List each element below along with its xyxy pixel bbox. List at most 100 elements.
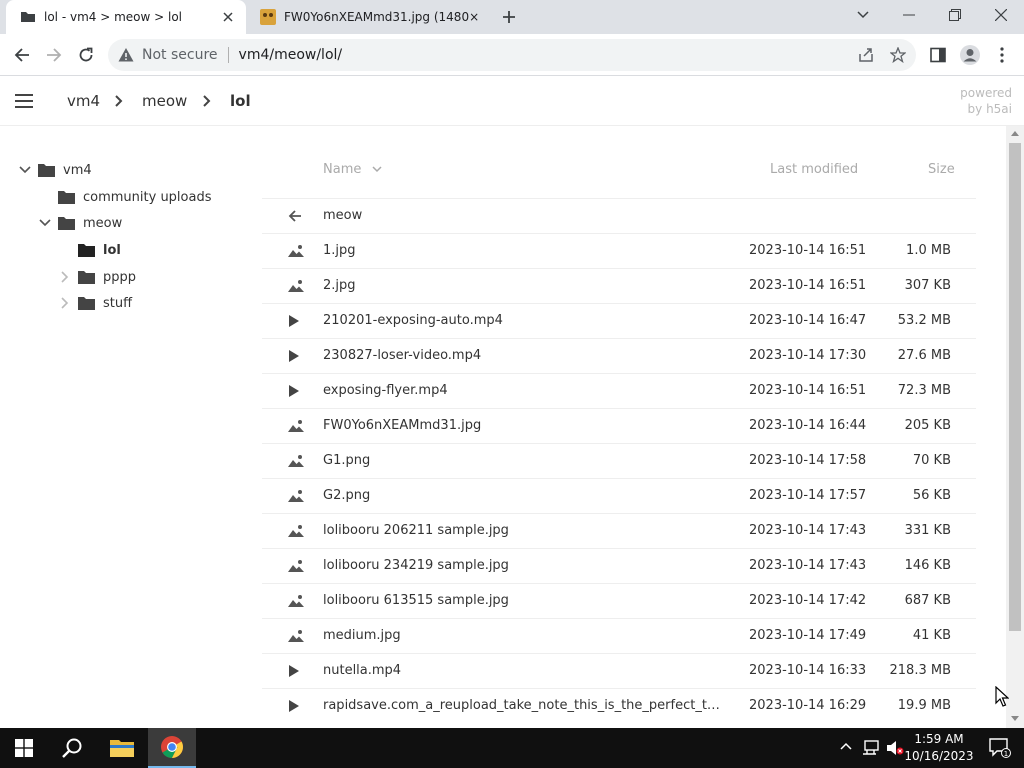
chevron-right-icon[interactable] [58,270,72,284]
file-row[interactable]: exposing-flyer.mp4 2023-10-14 16:51 72.3 M… [262,373,976,408]
file-modified: 2023-10-14 16:47 [749,313,867,328]
breadcrumb-current[interactable]: lol [230,91,251,111]
file-row[interactable]: 2.jpg 2023-10-14 16:51 307 KB [262,268,976,303]
breadcrumb-meow[interactable]: meow [142,91,187,111]
file-name: 2.jpg [323,278,356,293]
h5ai-header: vm4 meow lol powered by h5ai [0,77,1024,126]
tab-search-chevron-icon[interactable] [840,0,886,30]
windows-start-icon[interactable] [0,728,48,768]
share-icon[interactable] [858,47,874,63]
tree-item-vm4[interactable]: vm4 [18,160,92,180]
file-row[interactable]: G1.png 2023-10-14 17:58 70 KB [262,443,976,478]
powered-label: powered [960,86,1012,100]
chrome-taskbar-icon[interactable] [148,728,196,768]
scroll-down-arrow-icon[interactable] [1011,716,1019,721]
clock-time: 1:59 AM [914,732,964,746]
file-size: 205 KB [904,418,951,433]
new-tab-button[interactable] [498,6,520,28]
parent-folder-row[interactable]: meow [262,198,976,233]
close-tab-icon[interactable] [218,7,238,27]
file-size: 307 KB [904,278,951,293]
url-text[interactable]: vm4/meow/lol/ [239,47,343,63]
search-icon[interactable] [48,728,96,768]
file-explorer-icon[interactable] [98,728,146,768]
notification-center-icon[interactable]: 1 [976,728,1024,768]
file-row[interactable]: FW0Yo6nXEAMmd31.jpg 2023-10-14 16:44 205 K… [262,408,976,443]
file-name: rapidsave.com_a_reupload_take_note_this_… [323,698,723,713]
file-row[interactable]: nutella.mp4 2023-10-14 16:33 218.3 MB [262,653,976,688]
tree-item-lol[interactable]: lol [78,240,121,260]
tray-chevron-up-icon[interactable] [840,742,852,750]
folder-icon [20,9,36,25]
profile-avatar-icon[interactable] [958,43,982,67]
page-scrollbar[interactable] [1006,126,1024,728]
file-row[interactable]: 1.jpg 2023-10-14 16:51 1.0 MB [262,233,976,268]
mouse-cursor-icon [995,686,1009,708]
tree-item-pppp[interactable]: pppp [58,267,136,287]
menu-icon[interactable] [14,93,34,109]
scroll-thumb[interactable] [1009,143,1021,631]
arrow-left-icon [288,209,304,223]
volume-muted-icon[interactable] [886,740,904,756]
taskbar-clock[interactable]: 1:59 AM 10/16/2023 [904,731,974,765]
security-label[interactable]: Not secure [142,47,218,63]
tab-title: lol - vm4 > meow > lol [44,10,182,24]
scroll-up-arrow-icon[interactable] [1011,131,1019,136]
column-header-name[interactable]: Name [323,162,382,177]
address-bar[interactable]: Not secure vm4/meow/lol/ [108,39,916,71]
by-h5ai-label: by h5ai [967,102,1012,116]
file-row[interactable]: medium.jpg 2023-10-14 17:49 41 KB [262,618,976,653]
forward-button[interactable] [42,43,66,67]
chevron-down-icon[interactable] [38,216,52,230]
image-icon [288,419,304,433]
file-row[interactable]: lolibooru 206211 sample.jpg 2023-10-14 17… [262,513,976,548]
file-row[interactable]: lolibooru 234219 sample.jpg 2023-10-14 17… [262,548,976,583]
file-modified: 2023-10-14 16:44 [749,418,867,433]
file-row[interactable]: 210201-exposing-auto.mp4 2023-10-14 16:47… [262,303,976,338]
file-row[interactable]: 230827-loser-video.mp4 2023-10-14 17:30 27… [262,338,976,373]
sort-chevron-icon [371,166,382,173]
image-icon [288,524,304,538]
browser-menu-icon[interactable] [990,43,1014,67]
file-size: 146 KB [904,558,951,573]
close-window-button[interactable] [978,0,1024,30]
chevron-right-icon [203,95,211,107]
warning-icon[interactable] [118,47,134,63]
file-size: 27.6 MB [897,348,951,363]
image-icon [288,244,304,258]
powered-by-h5ai[interactable]: powered by h5ai [960,85,1012,117]
browser-tab-strip: lol - vm4 > meow > lol FW0Yo6nXEAMmd31.j… [0,0,1024,34]
chevron-down-icon[interactable] [18,163,32,177]
file-name: lolibooru 206211 sample.jpg [323,523,509,538]
image-icon [288,454,304,468]
file-row[interactable]: G2.png 2023-10-14 17:57 56 KB [262,478,976,513]
file-name: lolibooru 613515 sample.jpg [323,593,509,608]
file-name: G2.png [323,488,371,503]
tree-item-community-uploads[interactable]: community uploads [58,187,212,207]
bookmark-star-icon[interactable] [890,47,906,63]
tab-image[interactable]: FW0Yo6nXEAMmd31.jpg (1480× [250,0,490,34]
back-button[interactable] [10,43,34,67]
file-row[interactable]: lolibooru 613515 sample.jpg 2023-10-14 17… [262,583,976,618]
breadcrumb-vm4[interactable]: vm4 [67,91,100,111]
network-icon[interactable] [862,740,880,756]
file-name: nutella.mp4 [323,663,402,678]
file-list: Name Last modified Size meow 1.jpg 2023-1… [262,126,1006,728]
chevron-right-icon[interactable] [58,296,72,310]
folder-icon [58,216,75,230]
minimize-button[interactable] [886,0,932,30]
file-size: 19.9 MB [897,698,951,713]
file-modified: 2023-10-14 17:42 [749,593,867,608]
image-icon [288,629,304,643]
column-header-size[interactable]: Size [928,162,955,177]
file-row[interactable]: rapidsave.com_a_reupload_take_note_this_… [262,688,976,723]
tab-current[interactable]: lol - vm4 > meow > lol [6,0,246,34]
image-icon [288,594,304,608]
restore-button[interactable] [932,0,978,30]
tree-item-stuff[interactable]: stuff [58,293,132,313]
side-panel-icon[interactable] [926,43,950,67]
reload-button[interactable] [74,43,98,67]
tree-item-meow[interactable]: meow [38,213,122,233]
column-header-modified[interactable]: Last modified [770,162,858,177]
folder-tree: vm4 community uploads meow lol pppp stuf… [0,126,262,728]
